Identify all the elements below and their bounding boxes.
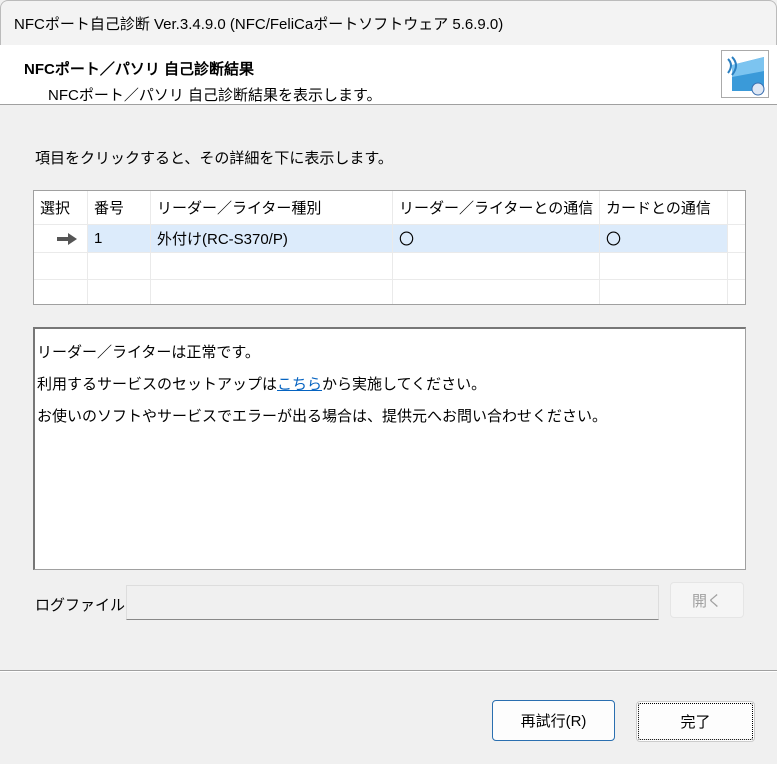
detail-line-3: お使いのソフトやサービスでエラーが出る場合は、提供元へお問い合わせください。 xyxy=(37,408,608,425)
setup-link[interactable]: こちら xyxy=(277,376,322,393)
detail-textbox[interactable]: リーダー／ライターは正常です。 利用するサービスのセットアップはこちらから実施し… xyxy=(33,327,746,570)
table-row-empty xyxy=(34,253,745,280)
arrow-right-icon xyxy=(34,225,88,253)
header-title: NFCポート／パソリ 自己診断結果 xyxy=(24,61,254,78)
reader-table: 選択 番号 リーダー／ライター種別 リーダー／ライターとの通信 カードとの通信 … xyxy=(33,190,746,305)
wizard-header: NFCポート／パソリ 自己診断結果 NFCポート／パソリ 自己診断結果を表示しま… xyxy=(0,45,777,105)
log-file-input xyxy=(126,585,659,620)
column-header-number[interactable]: 番号 xyxy=(88,191,151,225)
window-title: NFCポート自己診断 Ver.3.4.9.0 (NFC/FeliCaポートソフト… xyxy=(14,16,504,33)
column-header-select[interactable]: 選択 xyxy=(34,191,88,225)
table-row-empty xyxy=(34,280,745,304)
open-log-button: 開く xyxy=(670,582,744,618)
retry-button[interactable]: 再試行(R) xyxy=(492,700,615,741)
log-file-label: ログファイル xyxy=(35,597,126,614)
title-bar: NFCポート自己診断 Ver.3.4.9.0 (NFC/FeliCaポートソフト… xyxy=(0,0,777,45)
row-type: 外付け(RC-S370/P) xyxy=(151,225,393,253)
done-button[interactable]: 完了 xyxy=(636,701,755,742)
column-header-card-comm[interactable]: カードとの通信 xyxy=(600,191,728,225)
table-header: 選択 番号 リーダー／ライター種別 リーダー／ライターとの通信 カードとの通信 xyxy=(34,191,745,225)
detail-line-1: リーダー／ライターは正常です。 xyxy=(37,344,260,361)
nfc-reader-icon xyxy=(721,50,769,98)
row-card-comm: 〇 xyxy=(600,225,728,253)
header-subtitle: NFCポート／パソリ 自己診断結果を表示します。 xyxy=(48,87,382,104)
column-header-reader-comm[interactable]: リーダー／ライターとの通信 xyxy=(393,191,600,225)
column-header-type[interactable]: リーダー／ライター種別 xyxy=(151,191,393,225)
table-row[interactable]: 1 外付け(RC-S370/P) 〇 〇 xyxy=(34,225,745,253)
instruction-text: 項目をクリックすると、その詳細を下に表示します。 xyxy=(35,150,393,167)
detail-line-2-suffix: から実施してください。 xyxy=(322,376,487,393)
detail-line-2: 利用するサービスのセットアップはこちらから実施してください。 xyxy=(37,373,486,394)
row-number: 1 xyxy=(88,225,151,253)
footer-divider xyxy=(0,670,777,672)
detail-line-2-text: 利用するサービスのセットアップは xyxy=(37,376,278,393)
row-reader-comm: 〇 xyxy=(393,225,600,253)
